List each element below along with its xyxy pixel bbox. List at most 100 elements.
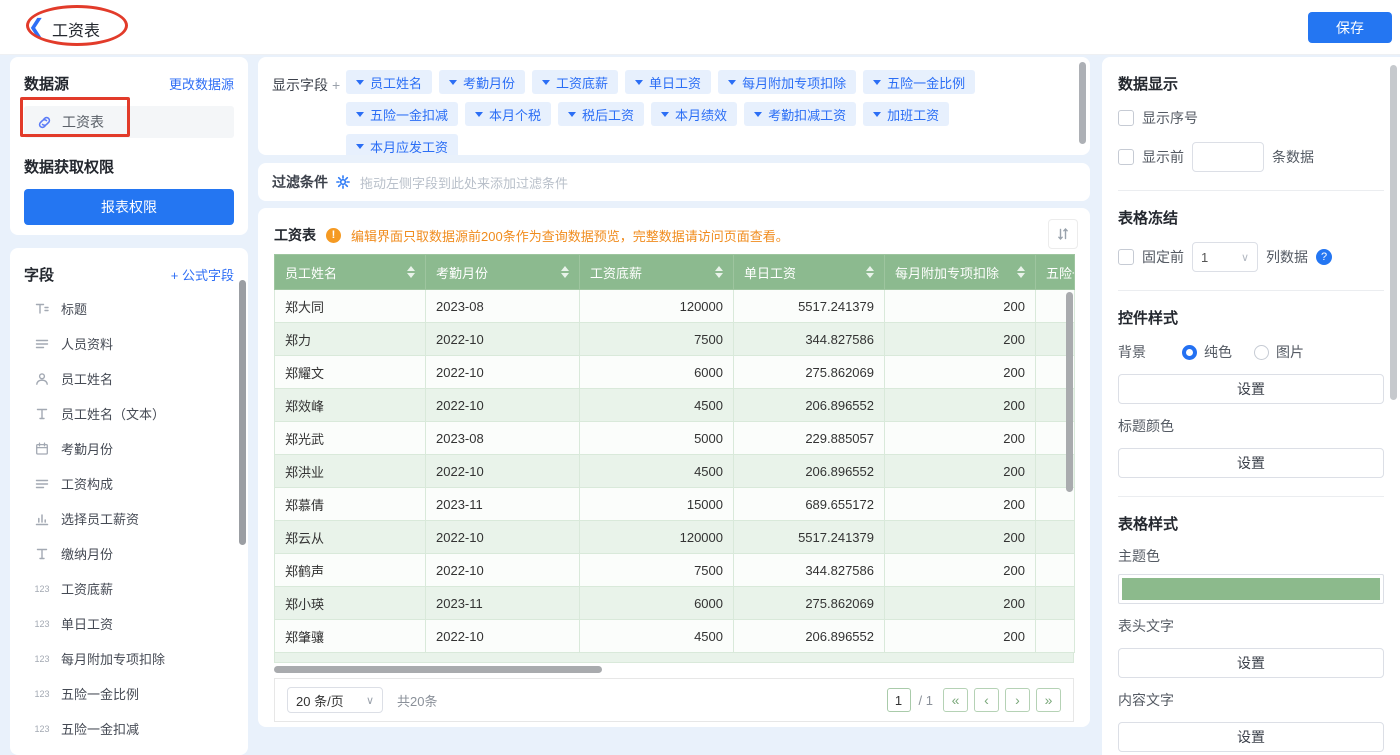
show-first-checkbox[interactable]	[1118, 149, 1134, 165]
fields-scrollbar[interactable]	[239, 280, 246, 545]
add-formula-field-link[interactable]: + 公式字段	[171, 265, 234, 284]
datasource-item[interactable]: 工资表	[24, 106, 234, 138]
display-fields-panel: 显示字段+ 员工姓名考勤月份工资底薪单日工资每月附加专项扣除五险一金比例五险一金…	[258, 57, 1090, 155]
display-field-chip[interactable]: 员工姓名	[346, 70, 432, 94]
field-item[interactable]: 选择员工薪资	[24, 501, 234, 536]
field-item[interactable]: 123五险一金比例	[24, 676, 234, 711]
field-item-label: 员工姓名	[61, 369, 113, 388]
sort-carets-icon[interactable]	[715, 266, 723, 278]
bg-solid-radio[interactable]: 纯色	[1182, 342, 1232, 362]
add-display-field-button[interactable]: +	[332, 77, 340, 93]
sort-carets-icon[interactable]	[1017, 266, 1025, 278]
column-header[interactable]: 单日工资	[734, 255, 885, 290]
last-page-button[interactable]: »	[1036, 688, 1061, 712]
display-field-chip[interactable]: 本月个税	[465, 102, 551, 126]
table-cell: 689.655172	[734, 488, 885, 521]
freeze-count-select[interactable]: 1∨	[1192, 242, 1258, 272]
pagination-bar: 20 条/页∨ 共20条 / 1 «‹›»	[274, 678, 1074, 722]
display-field-chip[interactable]: 税后工资	[558, 102, 644, 126]
column-header[interactable]: 员工姓名	[275, 255, 426, 290]
report-permission-button[interactable]: 报表权限	[24, 189, 234, 225]
link-icon	[34, 115, 54, 130]
chip-label: 本月个税	[489, 105, 541, 124]
field-item[interactable]: 工资构成	[24, 466, 234, 501]
form-icon	[32, 337, 52, 351]
sort-carets-icon[interactable]	[866, 266, 874, 278]
table-row[interactable]: 郑耀文2022-106000275.862069200	[275, 356, 1075, 389]
display-field-chip[interactable]: 本月绩效	[651, 102, 737, 126]
display-field-chip[interactable]: 考勤月份	[439, 70, 525, 94]
table-row[interactable]: 郑大同2023-081200005517.241379200	[275, 290, 1075, 323]
table-horizontal-scrollbar[interactable]	[274, 666, 602, 673]
display-field-chip[interactable]: 工资底薪	[532, 70, 618, 94]
table-row[interactable]: 郑鹤声2022-107500344.827586200	[275, 554, 1075, 587]
table-row[interactable]: 郑慕倩2023-1115000689.655172200	[275, 488, 1075, 521]
field-item[interactable]: 员工姓名	[24, 361, 234, 396]
sort-carets-icon[interactable]	[561, 266, 569, 278]
back-icon[interactable]: ❮	[28, 16, 45, 38]
page-size-select[interactable]: 20 条/页∨	[287, 687, 383, 713]
page-number-input[interactable]	[887, 688, 911, 712]
freeze-columns-checkbox[interactable]	[1118, 249, 1134, 265]
display-field-chip[interactable]: 本月应发工资	[346, 134, 458, 155]
table-row[interactable]: 郑小瑛2023-116000275.862069200	[275, 587, 1075, 620]
table-row[interactable]: 郑光武2023-085000229.885057200	[275, 422, 1075, 455]
field-item[interactable]: 人员资料	[24, 326, 234, 361]
sort-carets-icon[interactable]	[407, 266, 415, 278]
table-row[interactable]: 郑肇骧2022-104500206.896552200	[275, 620, 1075, 653]
theme-color-swatch[interactable]	[1118, 574, 1384, 604]
field-item[interactable]: 123工资底薪	[24, 571, 234, 606]
change-datasource-link[interactable]: 更改数据源	[169, 74, 234, 93]
column-header[interactable]: 每月附加专项扣除	[885, 255, 1036, 290]
show-index-checkbox[interactable]	[1118, 110, 1134, 126]
field-item-label: 标题	[61, 299, 87, 318]
chevron-down-icon	[568, 112, 576, 117]
bg-image-radio[interactable]: 图片	[1254, 342, 1304, 362]
settings-scrollbar[interactable]	[1390, 65, 1397, 400]
table-row[interactable]: 郑效峰2022-104500206.896552200	[275, 389, 1075, 422]
prev-page-button[interactable]: ‹	[974, 688, 999, 712]
filter-label: 过滤条件	[272, 172, 328, 192]
field-item-label: 人员资料	[61, 334, 113, 353]
field-item[interactable]: 123本月个税	[24, 746, 234, 755]
title-color-set-button[interactable]: 设置	[1118, 448, 1384, 478]
help-icon[interactable]: ?	[1316, 249, 1332, 265]
divider	[1118, 290, 1384, 291]
display-field-chip[interactable]: 每月附加专项扣除	[718, 70, 856, 94]
display-field-chip[interactable]: 加班工资	[863, 102, 949, 126]
display-field-chip[interactable]: 单日工资	[625, 70, 711, 94]
field-item[interactable]: 员工姓名（文本）	[24, 396, 234, 431]
column-header-label: 工资底薪	[590, 263, 642, 282]
column-header[interactable]: 五险一金	[1036, 255, 1075, 290]
field-item[interactable]: 123每月附加专项扣除	[24, 641, 234, 676]
field-item[interactable]: 考勤月份	[24, 431, 234, 466]
first-page-button[interactable]: «	[943, 688, 968, 712]
field-item[interactable]: 123单日工资	[24, 606, 234, 641]
sort-order-icon[interactable]	[1048, 219, 1078, 249]
display-field-chip[interactable]: 五险一金比例	[863, 70, 975, 94]
filter-settings-gear-icon[interactable]	[336, 175, 350, 189]
background-set-button[interactable]: 设置	[1118, 374, 1384, 404]
field-item[interactable]: 缴纳月份	[24, 536, 234, 571]
table-vertical-scrollbar[interactable]	[1066, 292, 1073, 492]
field-item[interactable]: 标题	[24, 291, 234, 326]
display-field-chip[interactable]: 五险一金扣减	[346, 102, 458, 126]
header-text-set-button[interactable]: 设置	[1118, 648, 1384, 678]
table-row[interactable]: 郑云从2022-101200005517.241379200	[275, 521, 1075, 554]
column-header[interactable]: 考勤月份	[426, 255, 580, 290]
column-header[interactable]: 工资底薪	[580, 255, 734, 290]
chip-label: 税后工资	[582, 105, 634, 124]
table-cell: 200	[885, 455, 1036, 488]
next-page-button[interactable]: ›	[1005, 688, 1030, 712]
content-text-set-button[interactable]: 设置	[1118, 722, 1384, 752]
table-row[interactable]: 郑洪业2022-104500206.896552200	[275, 455, 1075, 488]
save-button[interactable]: 保存	[1308, 12, 1392, 43]
field-item[interactable]: 123五险一金扣减	[24, 711, 234, 746]
data-table: 员工姓名考勤月份工资底薪 单日工资每月附加专项扣除五险一金 郑大同2023-081…	[274, 254, 1074, 673]
display-fields-scrollbar[interactable]	[1079, 62, 1086, 144]
table-row[interactable]: 郑力2022-107500344.827586200	[275, 323, 1075, 356]
table-cell: 5000	[580, 422, 734, 455]
show-first-count-input[interactable]	[1192, 142, 1264, 172]
table-cell: 7500	[580, 323, 734, 356]
display-field-chip[interactable]: 考勤扣减工资	[744, 102, 856, 126]
